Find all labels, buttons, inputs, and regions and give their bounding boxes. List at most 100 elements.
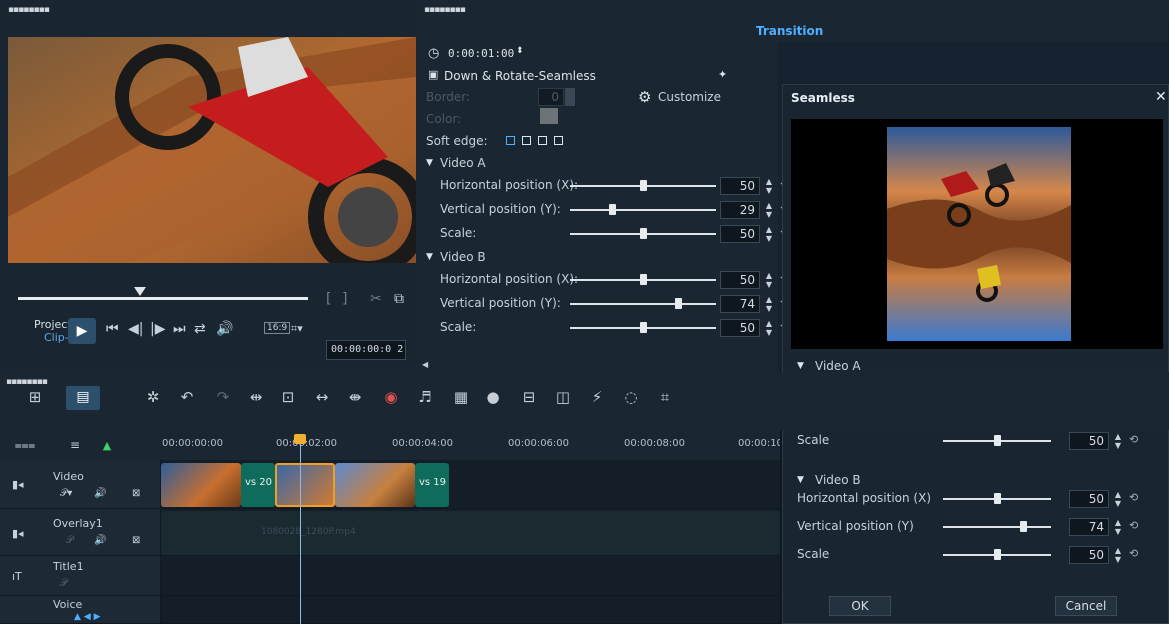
track-header-video[interactable]: ▮◂ Video 𝒫▾ 🔊 ⊠ [0, 460, 160, 509]
storyboard-view-icon[interactable]: ⊞ [24, 390, 46, 405]
mark-out-icon[interactable]: ] [342, 292, 347, 306]
param-value[interactable]: 50 [720, 271, 760, 289]
border-spin-icon[interactable] [565, 88, 575, 106]
spinner-icon[interactable]: ▲▼ [1113, 490, 1123, 508]
param-value[interactable]: 50 [1069, 490, 1109, 508]
clip-mode-label[interactable]: Clip- [44, 331, 69, 344]
dialog-video-a-collapse-icon[interactable]: ▼ [797, 361, 804, 371]
video-clip-2[interactable] [335, 463, 415, 507]
slider-knob[interactable] [1019, 521, 1027, 532]
param-value[interactable]: 50 [720, 177, 760, 195]
record-capture-icon[interactable]: ⊡ [277, 390, 299, 405]
video-a-header[interactable]: Video A [440, 156, 486, 170]
spinner-icon[interactable]: ▲▼ [764, 295, 774, 313]
expand-icon[interactable]: ↔ [311, 390, 333, 405]
gear-icon[interactable]: ⚙ [638, 88, 651, 106]
transition-clip-1[interactable]: vs 20 [241, 463, 275, 507]
playhead-handle[interactable] [294, 434, 306, 444]
selected-transition-clip[interactable] [275, 463, 335, 507]
previous-frame-icon[interactable]: ◀| [128, 322, 143, 336]
border-value[interactable]: 0 [538, 88, 564, 106]
track-header-title1[interactable]: ıT Title1 𝒫 [0, 556, 160, 596]
track-body-overlay1[interactable]: 1080028_1280P.mp4 [161, 509, 780, 556]
scrubber-handle[interactable] [134, 287, 146, 296]
timeline-view-icon[interactable]: ▤ [66, 386, 100, 410]
duration-value[interactable]: 0:00:01:00 [448, 47, 514, 60]
multicam-icon[interactable]: ▦ [450, 390, 472, 405]
track-manager-icon[interactable]: ⩶ [14, 438, 36, 453]
aspect-ratio-button[interactable]: 16:9 [264, 322, 291, 334]
reset-icon[interactable]: ⟲ [1129, 547, 1138, 560]
split-screen-icon[interactable]: ◫ [552, 390, 574, 405]
param-value[interactable]: 50 [1069, 546, 1109, 564]
track-body-title1[interactable] [161, 556, 780, 596]
slider-knob[interactable] [994, 549, 1001, 560]
spinner-icon[interactable]: ▲▼ [764, 201, 774, 219]
close-icon[interactable]: ✕ [1155, 89, 1167, 105]
param-value[interactable]: 74 [720, 295, 760, 313]
param-value[interactable]: 50 [720, 225, 760, 243]
spinner-icon[interactable]: ▲▼ [764, 177, 774, 195]
mask-creator-icon[interactable]: ◌ [620, 390, 642, 405]
slider-knob[interactable] [640, 228, 647, 239]
overlay-clip[interactable]: 1080028_1280P.mp4 [161, 511, 780, 555]
panel-grip-icon[interactable]: ▪▪▪▪▪▪▪▪ [424, 6, 466, 15]
mute-icon[interactable]: 🔊 [94, 488, 106, 499]
reset-icon[interactable]: ⟲ [1129, 433, 1138, 446]
video-a-collapse-icon[interactable]: ▼ [426, 158, 433, 168]
param-value[interactable]: 50 [720, 319, 760, 337]
video-b-collapse-icon[interactable]: ▼ [426, 252, 433, 262]
spinner-icon[interactable]: ▲▼ [764, 319, 774, 337]
transition-tab-label[interactable]: Transition [756, 24, 823, 38]
playhead[interactable] [300, 440, 301, 624]
redo-icon[interactable]: ↷ [212, 390, 234, 405]
slider-knob[interactable] [640, 274, 647, 285]
param-slider[interactable] [570, 209, 716, 211]
go-to-start-icon[interactable]: ⏮ [106, 322, 119, 336]
preview-timecode[interactable]: 00:00:00:0 2 [326, 340, 406, 360]
zoom-fit-icon[interactable]: ⌗ [654, 390, 676, 405]
param-slider[interactable] [943, 526, 1051, 528]
slider-knob[interactable] [609, 204, 617, 215]
track-header-voice[interactable]: Voice ▲ ◀ ▶ [0, 596, 160, 624]
customize-button[interactable]: Customize [658, 90, 721, 104]
spinner-icon[interactable]: ▲▼ [1113, 432, 1123, 450]
param-value[interactable]: 50 [1069, 432, 1109, 450]
collapse-panel-icon[interactable]: ◀ [422, 360, 428, 369]
reset-icon[interactable]: ⟲ [1129, 491, 1138, 504]
video-clip-1[interactable] [161, 463, 241, 507]
spinner-icon[interactable]: ▲▼ [1113, 518, 1123, 536]
timeline-ruler[interactable]: ⩶ ≡ ▲ 00:00:00:00 00:00:02:00 00:00:04:00 0… [0, 430, 783, 460]
next-frame-icon[interactable]: |▶ [150, 322, 165, 336]
fit-to-project-icon[interactable]: ⇹ [245, 390, 267, 405]
go-to-end-icon[interactable]: ⏭ [173, 322, 186, 336]
play-button[interactable]: ▶ [68, 318, 96, 344]
pin-icon[interactable]: ✦ [718, 68, 727, 81]
param-value[interactable]: 74 [1069, 518, 1109, 536]
slider-knob[interactable] [994, 435, 1001, 446]
panel-grip-icon[interactable]: ▪▪▪▪▪▪▪▪ [6, 378, 48, 387]
soft-edge-none-option[interactable] [506, 136, 515, 145]
video-b-header[interactable]: Video B [440, 250, 486, 264]
copy-frame-icon[interactable]: ⧉ [394, 292, 404, 306]
voice-auto-icon[interactable]: ▲ ◀ ▶ [74, 612, 101, 622]
transition-clip-2[interactable]: vs 19 [415, 463, 449, 507]
dialog-video-a-header[interactable]: Video A [815, 359, 861, 373]
time-remap-icon[interactable]: ⚡ [586, 390, 608, 405]
volume-icon[interactable]: 🔊 [216, 322, 233, 336]
mute-icon[interactable]: 🔊 [94, 535, 106, 546]
soft-edge-strong-option[interactable] [554, 136, 563, 145]
preview-scrubber[interactable] [18, 297, 308, 300]
undo-icon[interactable]: ↶ [176, 390, 198, 405]
color-swatch[interactable] [540, 108, 558, 124]
add-marker-icon[interactable]: ▲ [96, 438, 118, 453]
track-body-voice[interactable] [161, 596, 780, 624]
mark-in-icon[interactable]: [ [326, 292, 331, 306]
link-icon[interactable]: 𝒫▾ [60, 488, 72, 499]
param-slider[interactable] [570, 303, 716, 305]
slider-knob[interactable] [675, 298, 683, 309]
reset-icon[interactable]: ⟲ [1129, 519, 1138, 532]
spinner-icon[interactable]: ▲▼ [764, 271, 774, 289]
subtitle-editor-icon[interactable]: ⊟ [518, 390, 540, 405]
trim-icon[interactable]: ⇼ [344, 390, 366, 405]
